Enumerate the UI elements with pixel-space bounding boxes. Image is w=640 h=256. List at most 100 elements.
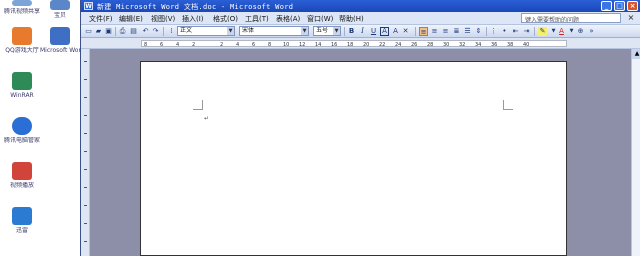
font-color-button[interactable]: A [557, 27, 566, 36]
ruler-tick [84, 169, 87, 170]
menu-view[interactable]: 视图(V) [151, 14, 175, 24]
menu-table[interactable]: 表格(A) [276, 14, 300, 24]
ruler-number: 6 [160, 42, 164, 48]
ruler-number: 2 [192, 42, 196, 48]
ruler-number: 10 [283, 42, 290, 48]
ruler-number: 30 [443, 42, 450, 48]
word-window: W 新建 Microsoft Word 文档.doc - Microsoft W… [80, 0, 640, 256]
chevron-down-icon[interactable]: ▼ [567, 27, 576, 36]
menu-file[interactable]: 文件(F) [89, 14, 113, 24]
change-case-icon[interactable]: ✕ [401, 27, 410, 36]
ruler-number: 8 [268, 42, 272, 48]
ruler-number: 22 [379, 42, 386, 48]
redo-icon[interactable]: ↷ [151, 27, 160, 36]
ruler-tick [84, 79, 87, 80]
document-page[interactable]: ↵ [140, 61, 567, 256]
line-spacing-icon[interactable]: ⇕ [474, 27, 483, 36]
desktop-icon-2[interactable]: 宝贝 [40, 0, 80, 19]
ruler-tick [84, 205, 87, 206]
align-center-icon[interactable]: ≡ [430, 27, 439, 36]
word-app-icon[interactable]: W [84, 2, 93, 10]
menu-insert[interactable]: 插入(I) [182, 14, 204, 24]
vertical-ruler[interactable] [81, 49, 90, 256]
distributed-icon[interactable]: ☰ [463, 27, 472, 36]
ruler-number: 8 [144, 42, 148, 48]
shield-icon [12, 117, 32, 135]
desktop-icon-8[interactable]: 迅雷 [2, 207, 42, 234]
ruler-number: 32 [459, 42, 466, 48]
ruler-number: 2 [220, 42, 224, 48]
horizontal-ruler[interactable]: 8 6 4 2 2 4 6 8 10 12 14 16 18 20 22 24 … [81, 38, 640, 49]
chevron-down-icon: ▼ [227, 27, 234, 35]
chevron-down-icon: ▼ [301, 27, 308, 35]
ruler-number: 14 [315, 42, 322, 48]
align-right-icon[interactable]: ≡ [441, 27, 450, 36]
minimize-button[interactable]: _ [601, 1, 612, 11]
scroll-up-icon[interactable]: ▲ [632, 49, 640, 59]
save-icon[interactable]: ▣ [104, 27, 113, 36]
toolbar-separator [344, 27, 345, 36]
bold-button[interactable]: B [347, 27, 356, 36]
ruler-number: 6 [252, 42, 256, 48]
close-document-button[interactable]: × [626, 13, 636, 23]
toolbar-separator [163, 27, 164, 36]
ruler-number: 36 [491, 42, 498, 48]
formatting-toolbar: ▭ ▰ ▣ ⎙ ▤ ↶ ↷ ⁞ 正文 ▼ 宋体 ▼ 五号 ▼ B I U A A ✕ … [81, 25, 640, 38]
desktop-icon-4[interactable]: Microsoft Word [40, 27, 80, 54]
decrease-indent-icon[interactable]: ⇤ [511, 27, 520, 36]
desktop-icon-6[interactable]: 腾讯电脑管家 [2, 117, 42, 144]
character-scaling-button[interactable]: A [391, 27, 400, 36]
menu-window[interactable]: 窗口(W) [307, 14, 333, 24]
menu-tools[interactable]: 工具(T) [245, 14, 269, 24]
font-size-select[interactable]: 五号 ▼ [313, 26, 341, 36]
maximize-button[interactable]: □ [614, 1, 625, 11]
style-select[interactable]: 正文 ▼ [177, 26, 235, 36]
new-document-icon[interactable]: ▭ [84, 27, 93, 36]
ruler-number: 20 [363, 42, 370, 48]
window-title: 新建 Microsoft Word 文档.doc - Microsoft Wor… [97, 3, 294, 11]
help-search-box[interactable]: 键入需要帮助的问题 [521, 13, 621, 23]
ruler-tick [84, 97, 87, 98]
menu-bar: 文件(F) 编辑(E) 视图(V) 插入(I) 格式(O) 工具(T) 表格(A… [81, 12, 640, 25]
desktop-icon-3[interactable]: QQ游戏大厅 [2, 27, 42, 54]
desktop-icon-1[interactable]: 腾讯视频共享 [2, 0, 42, 15]
extra-options-icon[interactable]: ⊕ [576, 27, 585, 36]
bullets-icon[interactable]: • [500, 27, 509, 36]
ruler-number: 24 [395, 42, 402, 48]
styles-pane-icon[interactable]: ⁞ [167, 27, 176, 36]
ruler-tick [84, 241, 87, 242]
chevron-down-icon: ▼ [333, 27, 340, 35]
ruler-number: 4 [236, 42, 240, 48]
undo-icon[interactable]: ↶ [141, 27, 150, 36]
crop-mark-right [503, 100, 513, 110]
desktop-icon-5[interactable]: WinRAR [2, 72, 42, 99]
print-icon[interactable]: ⎙ [118, 27, 127, 36]
toolbar-options-icon[interactable]: » [587, 27, 596, 36]
app-icon [12, 0, 32, 6]
desktop-icon-7[interactable]: 视频播放 [2, 162, 42, 189]
numbering-icon[interactable]: ⋮ [489, 27, 498, 36]
underline-button[interactable]: U [369, 27, 378, 36]
archive-icon [12, 72, 32, 90]
toolbar-separator [486, 27, 487, 36]
justify-icon[interactable]: ≣ [452, 27, 461, 36]
open-folder-icon[interactable]: ▰ [94, 27, 103, 36]
italic-button[interactable]: I [358, 27, 367, 36]
ruler-tick [84, 115, 87, 116]
toolbar-separator [415, 27, 416, 36]
close-button[interactable]: × [627, 1, 638, 11]
menu-help[interactable]: 帮助(H) [339, 14, 364, 24]
title-bar[interactable]: W 新建 Microsoft Word 文档.doc - Microsoft W… [81, 0, 640, 12]
menu-format[interactable]: 格式(O) [213, 14, 238, 24]
ruler-number: 28 [427, 42, 434, 48]
font-select[interactable]: 宋体 ▼ [239, 26, 309, 36]
increase-indent-icon[interactable]: ⇥ [522, 27, 531, 36]
vertical-scrollbar[interactable]: ▲ [631, 49, 640, 256]
ruler-number: 38 [507, 42, 514, 48]
paste-icon[interactable]: ▤ [129, 27, 138, 36]
highlight-icon[interactable]: ✎ [538, 27, 547, 36]
menu-edit[interactable]: 编辑(E) [119, 14, 143, 24]
align-left-icon[interactable]: ≡ [419, 27, 428, 36]
ruler-number: 4 [176, 42, 180, 48]
character-border-button[interactable]: A [380, 27, 389, 36]
